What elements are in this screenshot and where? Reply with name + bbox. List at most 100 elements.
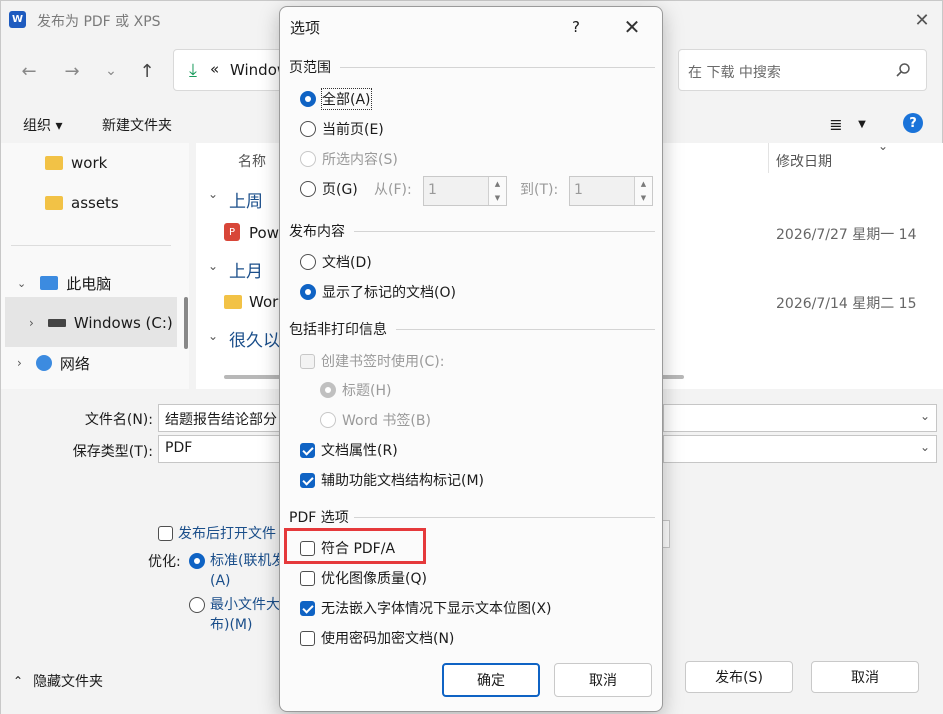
bookmark-word-option: Word 书签(B) [320,410,431,430]
spin-up-icon: ▲ [494,180,501,188]
range-pages-radio[interactable] [300,181,316,197]
encrypt-option[interactable]: 使用密码加密文档(N) [300,628,454,648]
file-name[interactable]: Pow [249,224,279,242]
dropdown-chevron-icon[interactable]: ⌄ [920,409,930,423]
dialog-help-button[interactable]: ? [566,17,586,37]
tree-item-this-pc[interactable]: ⌄ 此电脑 [17,267,111,299]
filename-label: 文件名(N): [84,412,153,428]
search-icon[interactable] [893,60,913,80]
content-markup-label: 显示了标记的文档(O) [322,285,456,301]
window-close-button[interactable]: ✕ [906,7,938,33]
nav-scrollbar[interactable] [184,297,188,349]
range-all-option[interactable]: 全部(A) [300,88,372,110]
sort-chevron-icon[interactable]: ⌄ [878,139,888,153]
range-current-option[interactable]: 当前页(E) [300,119,384,139]
ok-button[interactable]: 确定 [442,663,540,697]
optimize-min-radio[interactable] [189,597,205,613]
group-chevron-icon[interactable]: ⌄ [208,259,218,273]
doc-properties-checkbox[interactable] [300,442,315,458]
optimize-standard-option[interactable]: 标准(联机发 (A) [189,551,285,591]
bitmap-text-checkbox[interactable] [300,600,315,616]
content-markup-radio[interactable] [300,284,316,300]
group-header[interactable]: 很久以 [229,326,280,351]
expand-chevron-icon[interactable]: ⌄ [17,277,26,290]
file-name[interactable]: Wor [249,293,278,311]
section-divider [354,517,655,518]
accessibility-tags-option[interactable]: 辅助功能文档结构标记(M) [300,470,484,490]
to-page-input: 1 ▲ ▼ [569,176,653,206]
collapse-chevron-icon[interactable]: › [17,356,22,370]
hide-folders-label: 隐藏文件夹 [33,674,104,690]
optimize-standard-radio[interactable] [189,553,205,569]
dropdown-chevron-icon[interactable]: ⌄ [920,440,930,454]
view-options-chevron-icon[interactable]: ▼ [854,113,870,135]
bitmap-text-label: 无法嵌入字体情况下显示文本位图(X) [321,601,552,617]
collapse-chevron-icon[interactable]: › [29,316,34,330]
range-pages-option[interactable]: 页(G) [300,179,358,199]
spin-down-icon: ▼ [494,194,501,202]
open-after-checkbox[interactable] [158,525,173,541]
search-input[interactable]: 在 下载 中搜索 [678,49,927,91]
optimize-images-checkbox[interactable] [300,570,315,586]
optimize-min-label: 最小文件大 布)(M) [210,595,280,635]
filename-field[interactable]: 结题报告结论部分 [158,404,284,432]
folder-icon [45,196,63,210]
forward-arrow-icon[interactable]: → [58,57,86,85]
group-chevron-icon[interactable]: ⌄ [208,187,218,201]
from-page-value: 1 [428,182,437,198]
help-icon[interactable]: ? [903,113,923,133]
section-divider [396,329,655,330]
dialog-cancel-button[interactable]: 取消 [554,663,652,697]
content-markup-option[interactable]: 显示了标记的文档(O) [300,282,456,302]
new-folder-button[interactable]: 新建文件夹 [102,115,172,135]
range-all-radio[interactable] [300,91,316,107]
optimize-images-option[interactable]: 优化图像质量(Q) [300,568,427,588]
organize-menu[interactable]: 组织 ▾ [23,115,62,135]
column-header-name[interactable]: 名称 [238,151,266,171]
filetype-select[interactable]: PDF [158,435,284,463]
cancel-button[interactable]: 取消 [811,661,919,693]
column-divider [768,143,769,173]
content-document-option[interactable]: 文档(D) [300,252,372,272]
network-icon [35,355,52,371]
create-bookmarks-checkbox [300,353,315,369]
optimize-min-option[interactable]: 最小文件大 布)(M) [189,595,280,635]
back-arrow-icon[interactable]: ← [15,57,43,85]
filetype-select-right[interactable]: ⌄ [663,435,937,463]
recent-locations-chevron-icon[interactable]: ⌄ [97,57,125,85]
dialog-close-button[interactable]: ✕ [620,15,644,39]
range-selection-option: 所选内容(S) [300,149,398,169]
column-header-modified[interactable]: 修改日期 [776,151,832,171]
tree-item-assets[interactable]: assets [45,187,119,219]
content-document-radio[interactable] [300,254,316,270]
publish-button[interactable]: 发布(S) [685,661,793,693]
section-divider [340,67,655,68]
encrypt-checkbox[interactable] [300,630,315,646]
from-page-input: 1 ▲ ▼ [423,176,507,206]
hide-folders-toggle[interactable]: ⌃ 隐藏文件夹 [13,671,103,691]
tree-item-windows-c[interactable]: › Windows (C:) [29,307,173,339]
tree-item-network[interactable]: › 网络 [17,347,90,379]
accessibility-tags-checkbox[interactable] [300,472,315,488]
group-header[interactable]: 上月 [229,257,263,282]
group-header[interactable]: 上周 [229,187,263,212]
bookmark-word-radio [320,412,336,428]
tree-item-label: assets [71,194,119,212]
doc-properties-option[interactable]: 文档属性(R) [300,440,398,460]
address-bar[interactable]: ⤓ « Window [173,49,289,91]
range-current-radio[interactable] [300,121,316,137]
open-after-publish-option[interactable]: 发布后打开文件 [158,523,276,543]
bitmap-text-option[interactable]: 无法嵌入字体情况下显示文本位图(X) [300,598,552,618]
from-spin-arrows: ▲ ▼ [488,177,506,205]
nav-divider [11,245,171,246]
view-list-icon[interactable]: ≣ [825,113,847,135]
tools-button-edge[interactable] [662,520,670,548]
optimize-images-label: 优化图像质量(Q) [321,571,427,587]
to-spin-arrows: ▲ ▼ [634,177,652,205]
file-date: 2026/7/14 星期二 15 [776,296,917,312]
tree-item-work[interactable]: work [45,147,107,179]
up-arrow-icon[interactable]: ↑ [133,57,161,85]
group-chevron-icon[interactable]: ⌄ [208,329,218,343]
optimize-label: 优化: [148,554,181,570]
filename-field-right[interactable]: ⌄ [663,404,937,432]
